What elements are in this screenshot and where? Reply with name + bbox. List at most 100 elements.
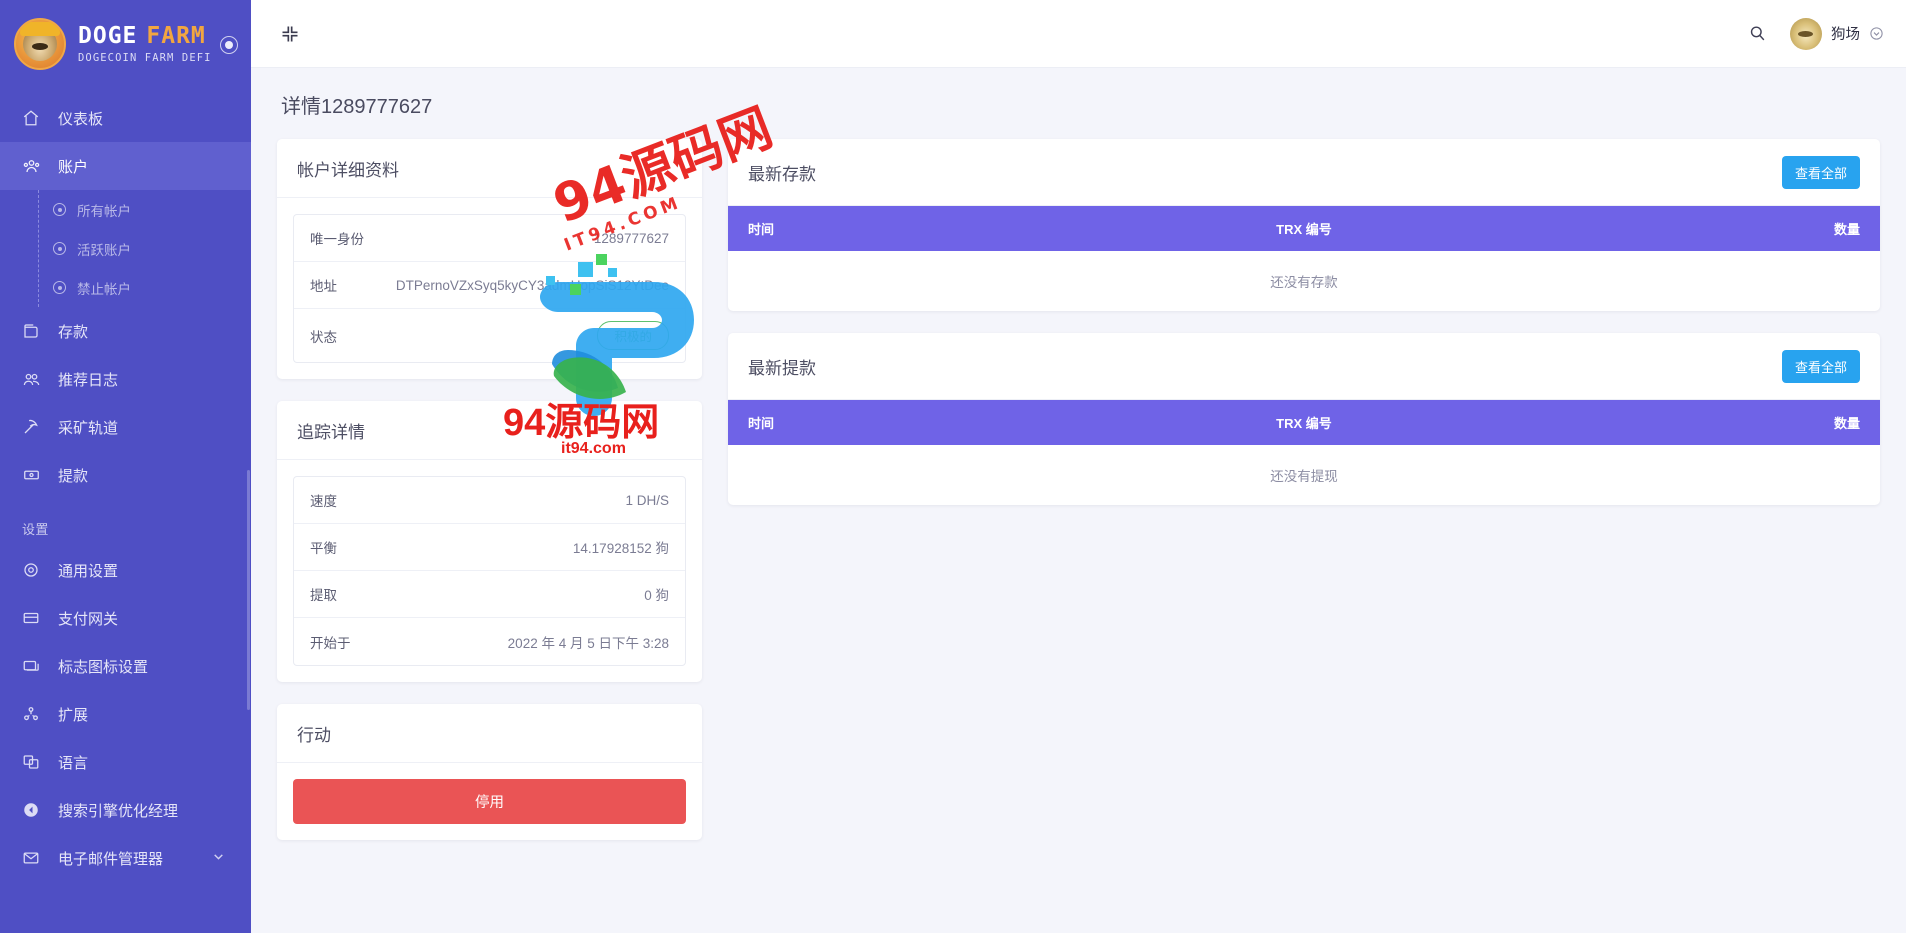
card-body: 唯一身份 1289777627 地址 DTPernoVZxSyq5kyCY3ad… <box>277 198 702 379</box>
row-label: 地址 <box>310 279 337 294</box>
card-title: 帐户详细资料 <box>297 161 399 180</box>
sidebar-item-email-manager[interactable]: 电子邮件管理器 <box>0 834 251 882</box>
card-header: 帐户详细资料 <box>277 139 702 198</box>
table-head: 时间 TRX 编号 数量 <box>728 206 1880 251</box>
sidebar-subitem-label: 所有帐户 <box>77 203 131 219</box>
mail-icon <box>22 849 48 867</box>
sidebar-item-withdrawals[interactable]: 提款 <box>0 451 251 499</box>
sidebar-item-logo-icon-settings[interactable]: 标志图标设置 <box>0 642 251 690</box>
list-item: 开始于 2022 年 4 月 5 日下午 3:28 <box>294 618 685 665</box>
card-title: 行动 <box>297 726 331 745</box>
view-all-deposits-button[interactable]: 查看全部 <box>1781 156 1860 189</box>
row-value: 1 DH/S <box>625 492 669 508</box>
disable-account-button[interactable]: 停用 <box>293 779 686 824</box>
row-label: 唯一身份 <box>310 232 364 247</box>
sidebar-item-label: 仪表板 <box>58 110 104 128</box>
row-value: 积极的 <box>597 321 669 350</box>
sidebar-item-general-settings[interactable]: 通用设置 <box>0 546 251 594</box>
page-title: 详情1289777627 <box>281 96 433 118</box>
card-icon <box>22 609 48 627</box>
circle-dot-icon <box>53 203 66 216</box>
deposits-table: 时间 TRX 编号 数量 还没有存款 <box>728 206 1880 311</box>
brand-logo-icon <box>14 18 66 70</box>
language-icon <box>22 753 48 771</box>
row-value: 2022 年 4 月 5 日下午 3:28 <box>507 635 669 651</box>
sidebar-item-language[interactable]: 语言 <box>0 738 251 786</box>
sidebar-item-referral-log[interactable]: 推荐日志 <box>0 355 251 403</box>
card-header: 追踪详情 <box>277 401 702 460</box>
sidebar-nav: 仪表板 账户 所有帐户 活跃账户 禁止帐户 存款 推荐日志 采矿轨道 提款 设置… <box>0 88 251 882</box>
list-item: 速度 1 DH/S <box>294 477 685 524</box>
content-grid: 帐户详细资料 唯一身份 1289777627 地址 DTPernoVZxSyq5… <box>277 139 1880 862</box>
chevron-down-icon[interactable] <box>1869 26 1884 41</box>
brand-header[interactable]: DOGE FARM DOGECOIN FARM DEFI <box>0 0 251 88</box>
sidebar-item-deposits[interactable]: 存款 <box>0 307 251 355</box>
image-icon <box>22 657 48 675</box>
column-header-amount: 数量 <box>1545 400 1880 445</box>
search-icon[interactable] <box>1742 19 1772 49</box>
sidebar-toggle-circle-dot-icon[interactable] <box>220 36 238 54</box>
sidebar-item-label: 搜索引擎优化经理 <box>58 802 179 820</box>
brand-title-word1: DOGE <box>78 22 138 49</box>
users-icon <box>22 157 48 175</box>
sidebar-item-label: 存款 <box>58 323 89 341</box>
row-label: 平衡 <box>310 541 337 556</box>
latest-deposits-card: 最新存款 查看全部 时间 TRX 编号 数量 还没有存款 <box>728 139 1880 311</box>
sidebar-item-label: 电子邮件管理器 <box>58 850 164 868</box>
sidebar-subitem-all-accounts[interactable]: 所有帐户 <box>39 190 251 229</box>
empty-state-text: 还没有提现 <box>1270 469 1338 484</box>
sidebar-subitem-banned-accounts[interactable]: 禁止帐户 <box>39 268 251 307</box>
sidebar: DOGE FARM DOGECOIN FARM DEFI 仪表板 账户 所有帐户… <box>0 0 251 933</box>
user-menu[interactable]: 狗场 <box>1790 17 1884 50</box>
sidebar-item-extensions[interactable]: 扩展 <box>0 690 251 738</box>
sidebar-item-label: 标志图标设置 <box>58 658 149 676</box>
actions-card: 行动 停用 <box>277 704 702 840</box>
home-icon <box>22 109 48 127</box>
row-value: 1289777627 <box>593 230 669 246</box>
list-item: 提取 0 狗 <box>294 571 685 618</box>
sidebar-item-seo-manager[interactable]: 搜索引擎优化经理 <box>0 786 251 834</box>
row-value: 0 狗 <box>644 588 669 603</box>
topbar: 狗场 <box>251 0 1906 68</box>
extension-icon <box>22 705 48 723</box>
sidebar-scrollbar[interactable] <box>247 470 250 710</box>
column-header-time: 时间 <box>728 400 1063 445</box>
money-icon <box>22 466 48 484</box>
account-details-card: 帐户详细资料 唯一身份 1289777627 地址 DTPernoVZxSyq5… <box>277 139 702 379</box>
page-content: 详情1289777627 帐户详细资料 唯一身份 1289777627 地址 D… <box>251 68 1906 933</box>
sidebar-item-dashboard[interactable]: 仪表板 <box>0 94 251 142</box>
list-item: 唯一身份 1289777627 <box>294 215 685 262</box>
sidebar-section-settings: 设置 <box>22 522 49 537</box>
table-body: 还没有提现 <box>728 445 1880 505</box>
view-all-withdrawals-button[interactable]: 查看全部 <box>1781 350 1860 383</box>
sidebar-subitem-label: 禁止帐户 <box>77 281 131 297</box>
sidebar-item-accounts[interactable]: 账户 <box>0 142 251 190</box>
column-header-trx: TRX 编号 <box>1062 400 1546 445</box>
table-header-row: 时间 TRX 编号 数量 <box>728 400 1880 445</box>
sidebar-item-payment-gateway[interactable]: 支付网关 <box>0 594 251 642</box>
wallet-icon <box>22 322 48 340</box>
seo-icon <box>22 801 48 819</box>
brand-subtitle: DOGECOIN FARM DEFI <box>78 52 212 65</box>
row-value: 14.17928152 狗 <box>572 541 669 556</box>
row-value: DTPernoVZxSyq5kyCY3admUopSiS12YtDee <box>395 277 669 293</box>
withdrawals-table: 时间 TRX 编号 数量 还没有提现 <box>728 400 1880 505</box>
column-header-trx: TRX 编号 <box>1062 206 1546 251</box>
sidebar-item-mining-track[interactable]: 采矿轨道 <box>0 403 251 451</box>
latest-withdrawals-card: 最新提款 查看全部 时间 TRX 编号 数量 还没有提现 <box>728 333 1880 505</box>
sidebar-item-label: 账户 <box>58 158 89 176</box>
app-root: DOGE FARM DOGECOIN FARM DEFI 仪表板 账户 所有帐户… <box>0 0 1906 933</box>
main-area: 狗场 详情1289777627 帐户详细资料 唯一身份 1289777627 地… <box>251 0 1906 933</box>
row-label: 速度 <box>310 494 337 509</box>
sidebar-subitem-active-accounts[interactable]: 活跃账户 <box>39 229 251 268</box>
collapse-arrows-icon[interactable] <box>275 19 305 49</box>
tracking-details-card: 追踪详情 速度 1 DH/S 平衡 14.17928152 狗 提取 0 狗 开… <box>277 401 702 682</box>
right-column: 最新存款 查看全部 时间 TRX 编号 数量 还没有存款 最新提款 查看全部 时… <box>728 139 1880 527</box>
empty-state-text: 还没有存款 <box>1270 275 1338 290</box>
people-icon <box>22 370 48 388</box>
card-body: 速度 1 DH/S 平衡 14.17928152 狗 提取 0 狗 开始于 20… <box>277 460 702 682</box>
gear-icon <box>22 561 48 579</box>
row-label: 提取 <box>310 588 337 603</box>
table-row: 还没有提现 <box>728 445 1880 505</box>
left-column: 帐户详细资料 唯一身份 1289777627 地址 DTPernoVZxSyq5… <box>277 139 702 862</box>
